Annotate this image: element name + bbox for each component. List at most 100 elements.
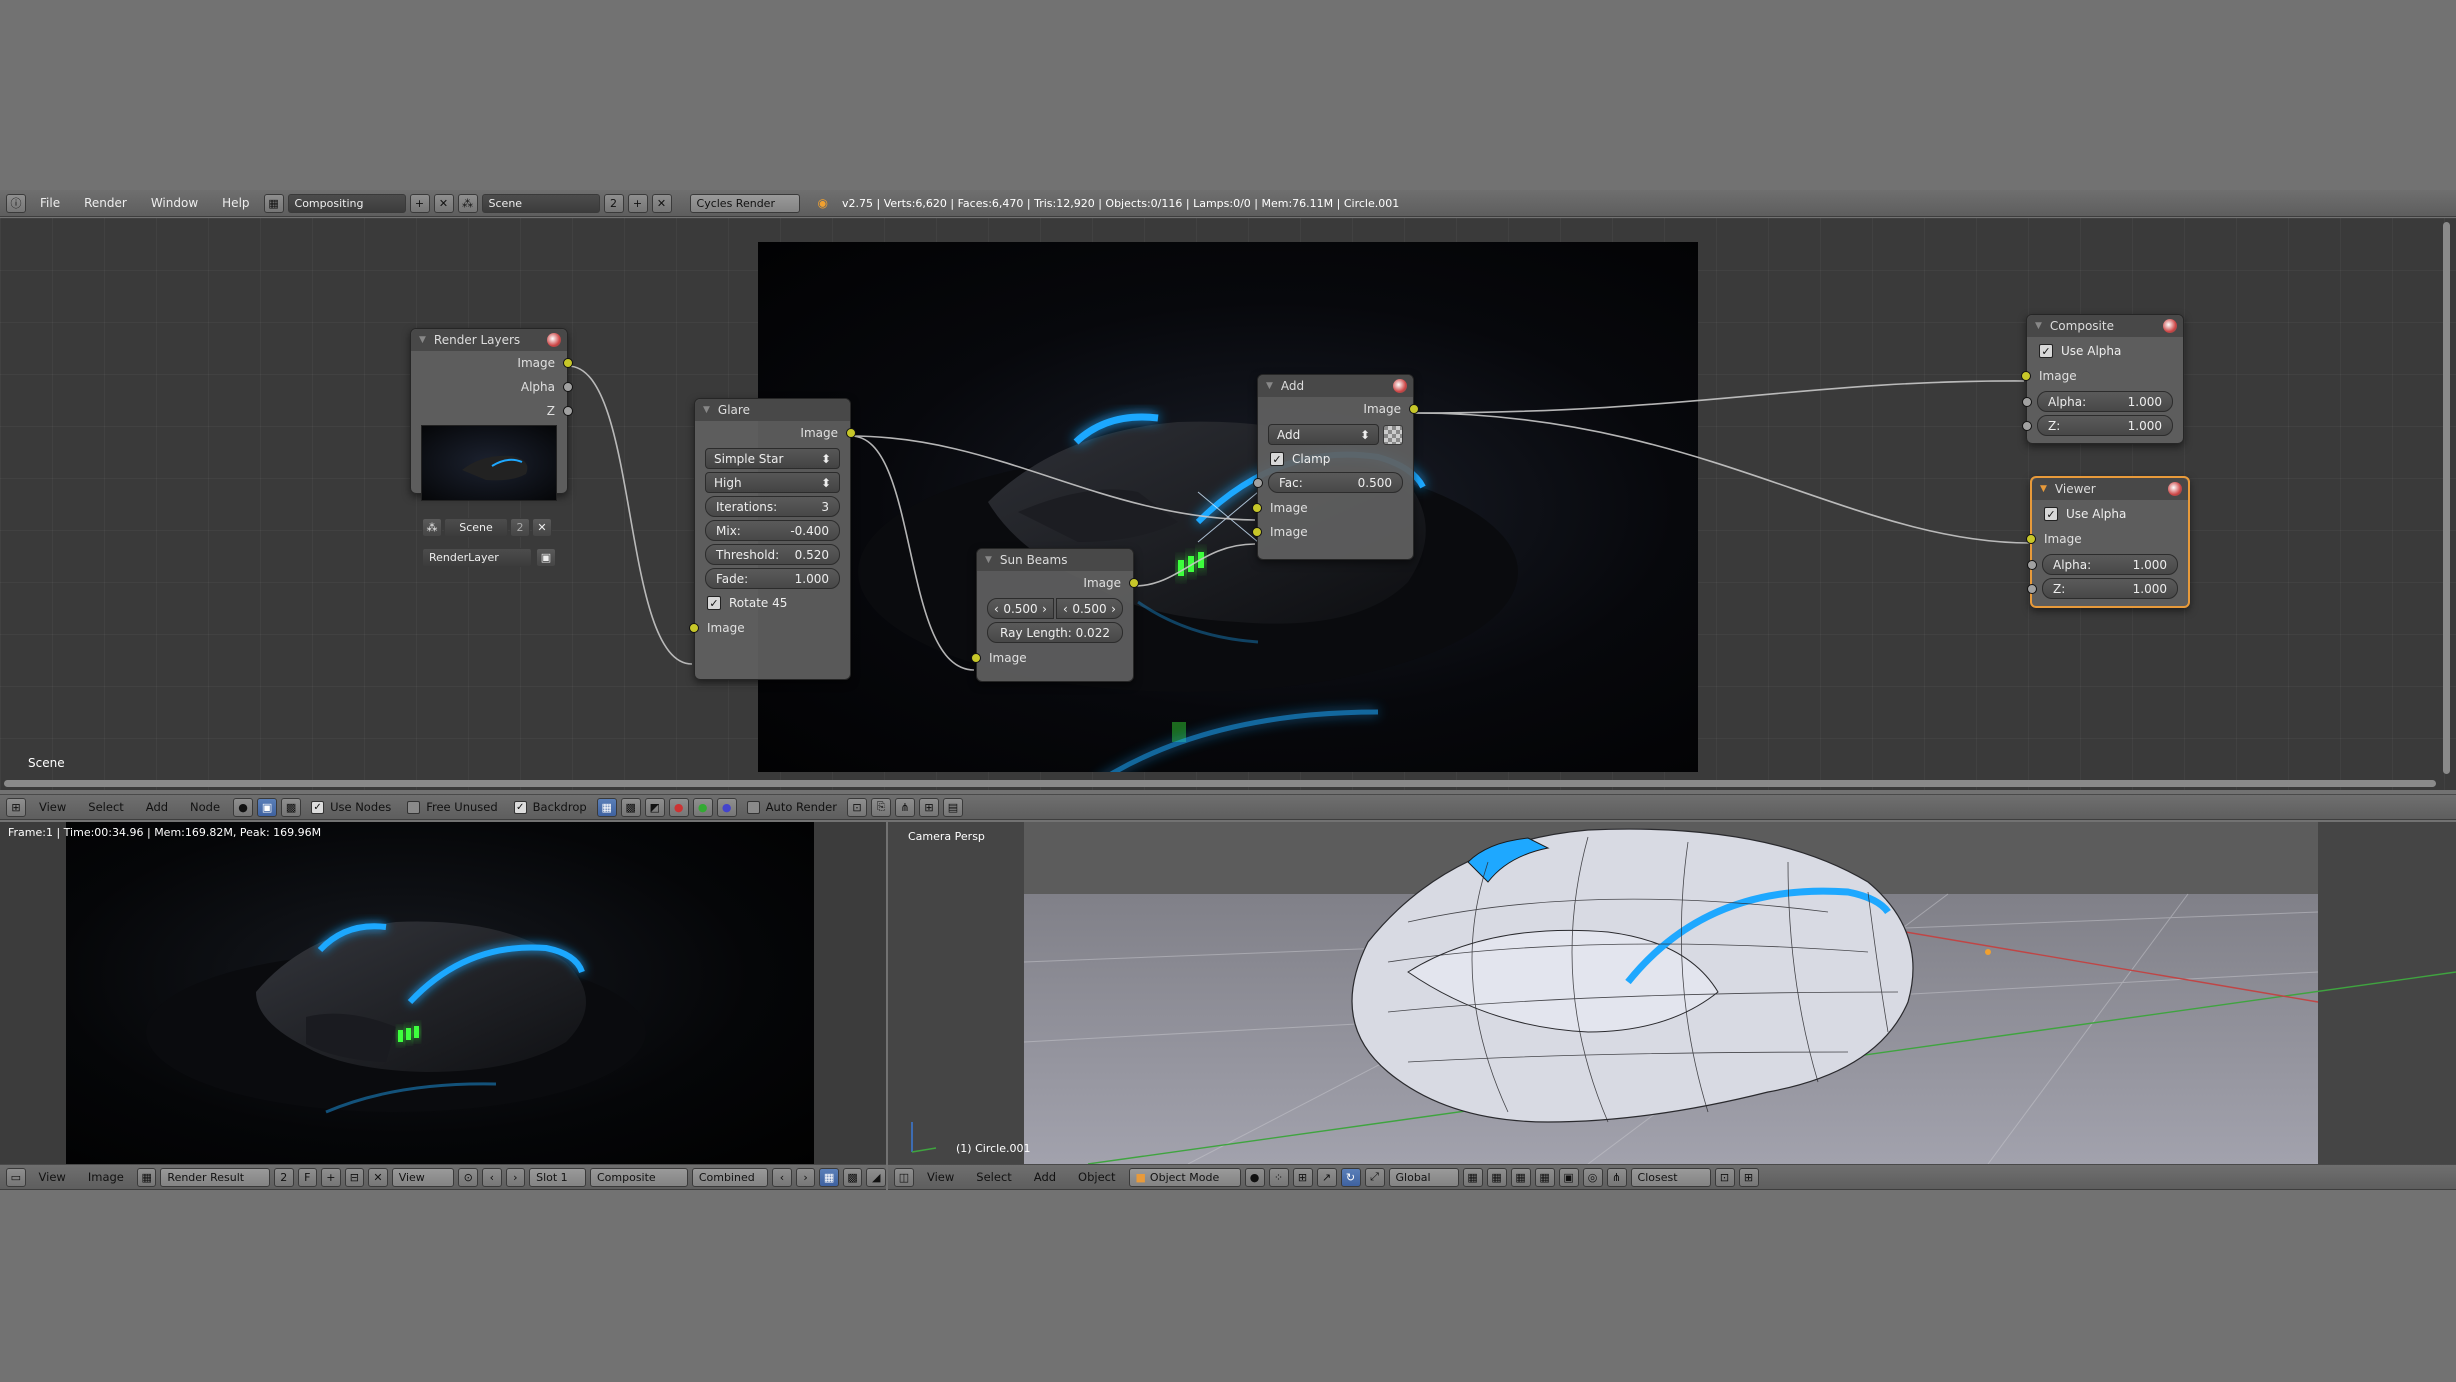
fade-field[interactable]: Fade: 1.000: [705, 568, 840, 589]
shader-tree-icon[interactable]: ●: [233, 797, 254, 817]
fac-input-socket[interactable]: [1253, 478, 1263, 488]
menu-view[interactable]: View: [30, 1170, 75, 1184]
threshold-field[interactable]: Threshold: 0.520: [705, 544, 840, 565]
pass-select[interactable]: Combined: [691, 1167, 769, 1187]
opengl-render-icon[interactable]: ⊡: [1714, 1167, 1735, 1187]
editor-type-icon[interactable]: ⊞: [6, 797, 26, 817]
menu-render[interactable]: Render: [74, 196, 137, 210]
prev-slot-icon[interactable]: ‹: [482, 1167, 502, 1187]
slot-select[interactable]: Slot 1: [529, 1167, 586, 1187]
image-output-socket[interactable]: [563, 358, 573, 368]
unlink-image-icon[interactable]: ✕: [368, 1167, 388, 1187]
sun-beams-node[interactable]: ▼ Sun Beams Image ‹ 0.500 › ‹ 0.500 › Ray Le…: [971, 548, 1139, 682]
menu-help[interactable]: Help: [212, 196, 259, 210]
snap-element-icon[interactable]: ⊞: [918, 797, 939, 817]
mix-field[interactable]: Mix: -0.400: [705, 520, 840, 541]
backdrop-rgba-icon[interactable]: ▦: [596, 797, 617, 817]
pivot-point-icon[interactable]: ⁘: [1268, 1167, 1289, 1187]
scale-icon[interactable]: ⤢: [1364, 1167, 1385, 1187]
rotate45-checkbox[interactable]: ✓ Rotate 45: [707, 592, 838, 613]
proportional-edit-icon[interactable]: ◎: [1582, 1167, 1603, 1187]
add-header[interactable]: ▼ Add: [1258, 375, 1413, 397]
menu-view[interactable]: View: [918, 1170, 963, 1184]
next-slot-icon[interactable]: ›: [505, 1167, 526, 1187]
snap-icon[interactable]: ⊡: [846, 797, 867, 817]
fake-user-button[interactable]: F: [297, 1167, 318, 1187]
clamp-checkbox[interactable]: ✓ Clamp: [1270, 448, 1401, 469]
menu-window[interactable]: Window: [141, 196, 208, 210]
fac-field[interactable]: Fac: 0.500: [1253, 472, 1403, 493]
image-input-socket[interactable]: [1252, 503, 1262, 513]
snap-magnet-icon[interactable]: ⋔: [1606, 1167, 1627, 1187]
magnet-icon[interactable]: ⋔: [894, 797, 915, 817]
collapse-arrow-icon[interactable]: ▼: [1266, 381, 1273, 391]
image-input-socket[interactable]: [2021, 371, 2031, 381]
image-output-socket[interactable]: [1409, 404, 1419, 414]
node-editor[interactable]: ▼ Render Layers Image Alpha Z ⁂ Scene 2 …: [0, 218, 2456, 790]
render-layers-node[interactable]: ▼ Render Layers Image Alpha Z: [410, 328, 573, 501]
channel-red-icon[interactable]: ●: [668, 797, 689, 817]
glare-quality-select[interactable]: High ⬍: [705, 472, 840, 493]
viewer-header[interactable]: ▼ Viewer: [2032, 478, 2188, 500]
channel-green-icon[interactable]: ●: [692, 797, 713, 817]
editor-type-icon[interactable]: ▭: [6, 1167, 26, 1187]
layers-3-icon[interactable]: ▦: [1510, 1167, 1531, 1187]
preview-toggle-icon[interactable]: [2168, 482, 2182, 496]
open-image-icon[interactable]: ⊟: [344, 1167, 365, 1187]
menu-view[interactable]: View: [30, 800, 75, 814]
curves-icon[interactable]: ◢: [866, 1167, 886, 1187]
render-icon[interactable]: ▣: [536, 548, 556, 567]
use-alpha-checker-icon[interactable]: [1383, 424, 1403, 445]
image-input-socket[interactable]: [1252, 527, 1262, 537]
image-input-socket[interactable]: [971, 653, 981, 663]
z-field[interactable]: Z: 1.000: [2022, 415, 2173, 436]
rotate-icon[interactable]: ↻: [1340, 1167, 1361, 1187]
render-layers-icon[interactable]: ▤: [942, 797, 963, 817]
scene-icon[interactable]: ⁂: [422, 518, 442, 537]
menu-object[interactable]: Object: [1069, 1170, 1124, 1184]
interaction-mode-select[interactable]: ■ Object Mode: [1128, 1167, 1241, 1187]
composite-header[interactable]: ▼ Composite: [2027, 315, 2183, 337]
snap-target-select[interactable]: Closest: [1630, 1167, 1711, 1187]
vertical-scrollbar[interactable]: [2443, 222, 2450, 774]
viewport-shading-icon[interactable]: ●: [1244, 1167, 1265, 1187]
clear-scene-icon[interactable]: ✕: [532, 518, 552, 537]
menu-add[interactable]: Add: [1025, 1170, 1065, 1184]
image-output-socket[interactable]: [846, 428, 856, 438]
screen-layout-icon[interactable]: ▦: [263, 193, 284, 213]
image-output-socket[interactable]: [1129, 578, 1139, 588]
menu-add[interactable]: Add: [137, 800, 177, 814]
z-input-socket[interactable]: [2027, 584, 2037, 594]
viewer-node[interactable]: ▼ Viewer ✓ Use Alpha Image Alpha: 1.000 Z:…: [2026, 476, 2190, 608]
menu-node[interactable]: Node: [181, 800, 229, 814]
add-scene-icon[interactable]: +: [627, 193, 648, 213]
free-unused-checkbox[interactable]: Free Unused: [401, 800, 503, 814]
z-input-socket[interactable]: [2022, 421, 2032, 431]
compositing-tree-icon[interactable]: ▣: [257, 797, 278, 817]
layers-4-icon[interactable]: ▦: [1534, 1167, 1555, 1187]
collapse-arrow-icon[interactable]: ▼: [419, 335, 426, 345]
use-alpha-checkbox[interactable]: ✓ Use Alpha: [2044, 503, 2176, 524]
scene-field[interactable]: Scene: [481, 193, 600, 213]
remove-scene-icon[interactable]: ✕: [651, 193, 672, 213]
image-name-field[interactable]: Render Result: [160, 1167, 270, 1187]
scene-field[interactable]: Scene: [444, 518, 508, 537]
info-editor-type-icon[interactable]: ⓘ: [6, 193, 26, 213]
render-layer-select[interactable]: RenderLayer: [422, 548, 532, 567]
prev-pass-icon[interactable]: ‹: [772, 1167, 792, 1187]
image-input-socket[interactable]: [2026, 534, 2036, 544]
opengl-anim-icon[interactable]: ⊞: [1738, 1167, 1759, 1187]
glare-type-select[interactable]: Simple Star ⬍: [705, 448, 840, 469]
add-mix-node[interactable]: ▼ Add Image Add ⬍ ✓ Clamp Fac: 0.500 Image …: [1252, 374, 1419, 560]
preview-toggle-icon[interactable]: [2163, 319, 2177, 333]
glare-header[interactable]: ▼ Glare: [695, 399, 850, 421]
3d-viewport[interactable]: Camera Persp (1) Circle.001: [888, 822, 2456, 1164]
layers-1-icon[interactable]: ▦: [1462, 1167, 1483, 1187]
auto-render-checkbox[interactable]: Auto Render: [741, 800, 843, 814]
layers-2-icon[interactable]: ▦: [1486, 1167, 1507, 1187]
copy-icon[interactable]: ⎘: [870, 797, 891, 817]
menu-select[interactable]: Select: [79, 800, 132, 814]
collapse-arrow-icon[interactable]: ▼: [2035, 321, 2042, 331]
use-nodes-checkbox[interactable]: ✓ Use Nodes: [305, 800, 397, 814]
alpha-field[interactable]: Alpha: 1.000: [2022, 391, 2173, 412]
